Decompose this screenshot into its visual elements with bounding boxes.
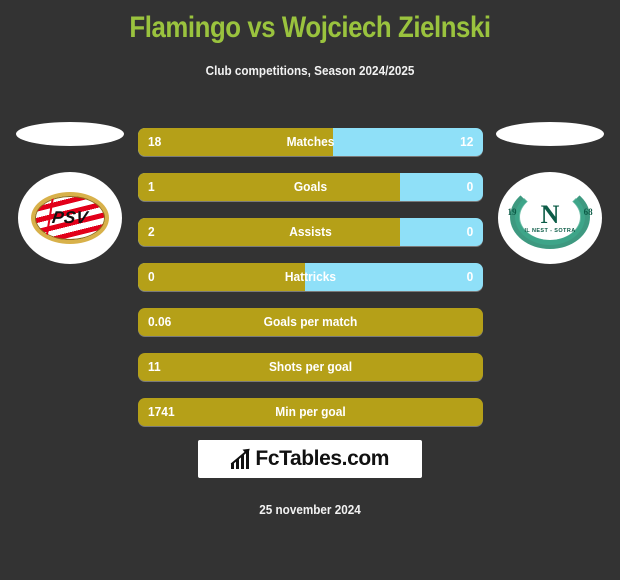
stat-bars-list: 18 Matches 12 1 Goals 0 2 Assists 0 0 Hattricks 0 0.… <box>138 128 483 426</box>
stat-row: 2 Assists 0 <box>138 218 483 246</box>
stat-label: Assists <box>289 224 332 239</box>
nest-crest-core: 19 N 68 IL NEST - SOTRA <box>507 199 592 235</box>
stat-row: 1 Goals 0 <box>138 173 483 201</box>
away-stat-value: 0 <box>466 224 473 239</box>
home-team-badge[interactable]: PSV <box>18 172 122 264</box>
psv-wordmark: PSV <box>50 208 90 227</box>
stat-row: 11 Shots per goal <box>138 353 483 381</box>
stat-label: Min per goal <box>275 404 346 419</box>
psv-crest: PSV <box>31 192 109 244</box>
page-header: Flamingo vs Wojciech Zielnski Club compe… <box>0 0 620 78</box>
stat-row: 0.06 Goals per match <box>138 308 483 336</box>
away-team-badge[interactable]: 19 N 68 IL NEST - SOTRA <box>498 172 602 264</box>
brand-name: FcTables.com <box>255 447 390 470</box>
stat-label: Goals per match <box>263 314 358 329</box>
stat-label: Goals <box>293 179 328 194</box>
fctables-logo[interactable]: FcTables.com <box>198 440 422 478</box>
stat-row: 18 Matches 12 <box>138 128 483 156</box>
away-stat-value: 0 <box>466 179 473 194</box>
footer-date: 25 november 2024 <box>259 502 361 517</box>
away-stat-value: 0 <box>466 269 473 284</box>
stat-row: 1741 Min per goal <box>138 398 483 426</box>
nest-club-name: IL NEST - SOTRA <box>524 227 576 234</box>
away-stat-value: 12 <box>459 134 473 149</box>
away-team-crest-column: 19 N 68 IL NEST - SOTRA <box>485 112 615 432</box>
bar-chart-icon <box>230 448 250 469</box>
nest-year-right: 68 <box>583 206 593 217</box>
stat-label: Hattricks <box>284 269 337 284</box>
home-crest-tab <box>16 122 124 146</box>
page-title: Flamingo vs Wojciech Zielnski <box>129 11 491 44</box>
nest-initial: N <box>540 199 560 229</box>
nest-year-left: 19 <box>507 206 517 217</box>
page-subtitle: Club competitions, Season 2024/2025 <box>205 63 415 78</box>
stat-label: Matches <box>286 134 335 149</box>
stat-row: 0 Hattricks 0 <box>138 263 483 291</box>
stat-label: Shots per goal <box>268 359 353 374</box>
page-footer: FcTables.com 25 november 2024 <box>0 440 620 517</box>
away-crest-tab <box>496 122 604 146</box>
home-team-crest-column: PSV <box>5 112 135 432</box>
comparison-board: PSV 19 N 68 IL NEST - SOTRA 18 Matches 12 1… <box>0 112 620 432</box>
nest-sotra-crest: 19 N 68 IL NEST - SOTRA <box>507 183 593 253</box>
